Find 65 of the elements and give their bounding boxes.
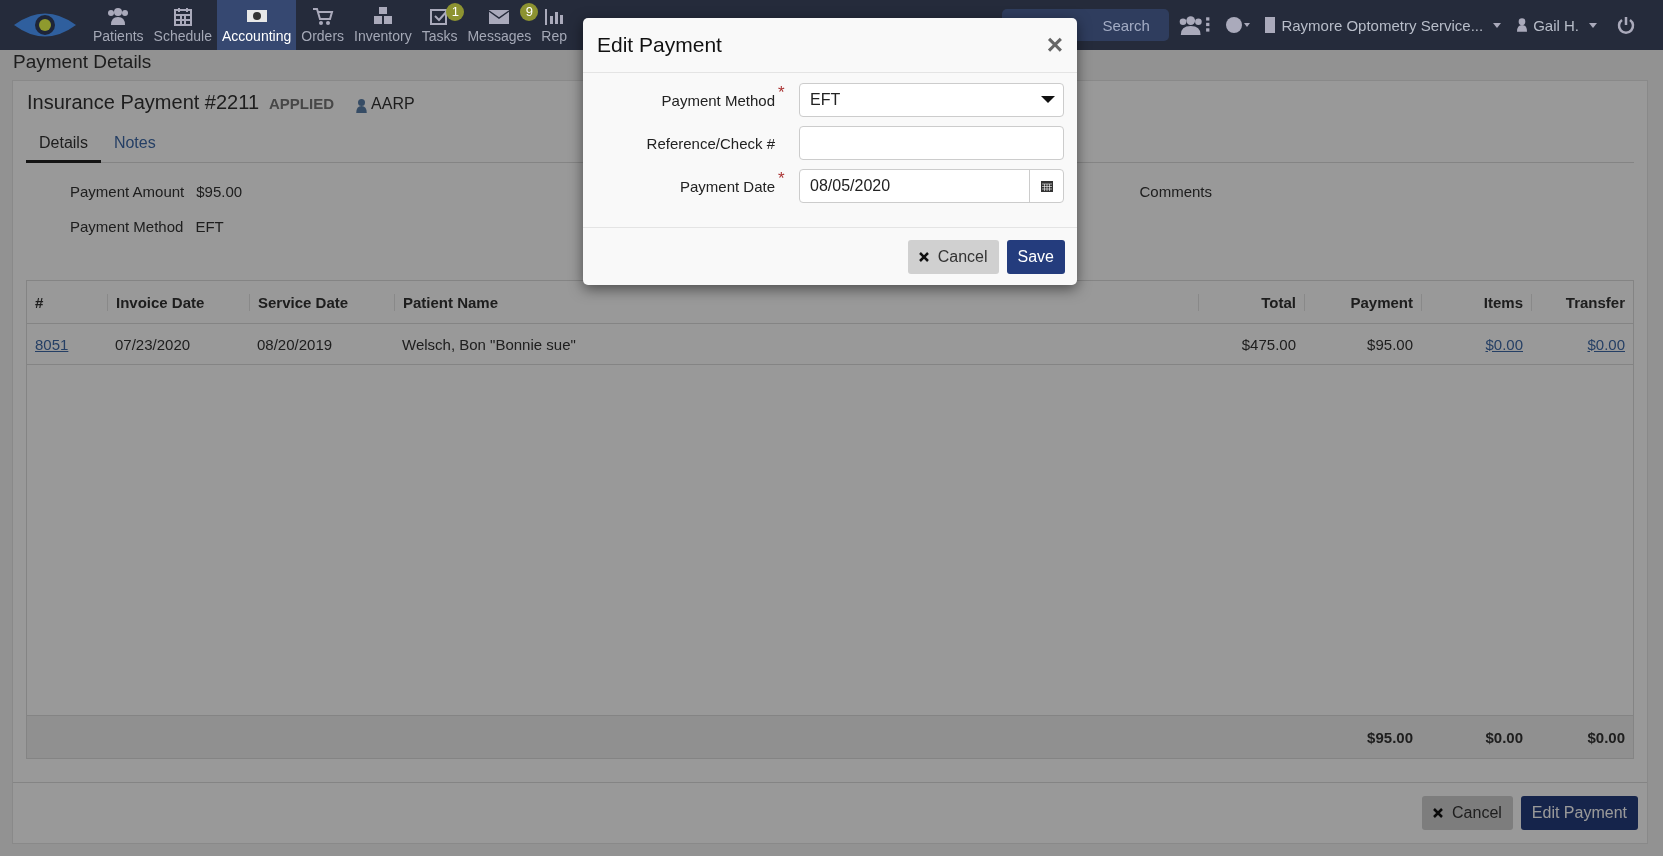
payment-method-select[interactable]: EFT [799,83,1064,117]
dialog-title: Edit Payment [597,33,722,57]
column-header: Invoice Date [107,293,249,311]
column-header: # [34,293,45,311]
people-icon[interactable] [1177,14,1212,36]
nav-item[interactable]: 9 Messages [462,0,537,50]
column-header: Patient Name [394,293,1198,311]
user-menu[interactable]: Gail H. [1517,0,1597,50]
date-input-field[interactable]: 08/05/2020 [799,169,1064,203]
table-cell-text: Welsch, Bon "Bonnie sue" [401,335,577,353]
nav-item[interactable]: Patients [88,0,149,50]
total-value: $0.00 [1484,728,1524,746]
nav-item[interactable]: Orders [296,0,350,50]
tab[interactable]: Details [26,126,101,163]
column-header: Service Date [249,293,394,311]
payment-title: Insurance Payment #2211 [27,91,259,114]
nav-icon [310,6,335,26]
nav-item[interactable]: Accounting [217,0,297,50]
column-header: Items [1421,293,1531,311]
user-icon [1517,17,1528,33]
cancel-button[interactable]: Cancel [1422,796,1513,830]
required-mark: * [778,169,785,188]
column-header: Payment [1304,293,1421,311]
nav-item[interactable]: Schedule [148,0,217,50]
status-label: APPLIED [269,95,335,112]
table-cell-text: $475.00 [1240,335,1297,353]
field-value: $95.00 [196,183,243,200]
count-badge: 9 [520,3,539,21]
payer-name: AARP [371,95,415,113]
nav-item[interactable]: Rep [536,0,572,50]
page-title: Payment Details [12,50,152,74]
transfer-link[interactable]: $0.00 [1587,335,1625,353]
user-icon [356,98,368,113]
field-label: Payment Method [660,91,775,109]
nav-item[interactable]: Inventory [349,0,417,50]
cancel-button[interactable]: Cancel [907,239,999,274]
items-link[interactable]: $0.00 [1485,335,1523,353]
save-button[interactable]: Save [1006,239,1065,274]
close-icon [1433,808,1444,818]
tab[interactable]: Notes [100,126,169,162]
table-cell-text: $95.00 [1366,335,1414,353]
column-header: Total [1198,293,1304,311]
total-value: $0.00 [1586,728,1626,746]
building-icon [1265,17,1276,33]
field-label: Payment Date [678,177,775,195]
required-mark: * [778,83,785,102]
table-cell-text: 08/20/2019 [256,335,334,353]
help-icon[interactable] [1225,15,1252,35]
location-menu[interactable]: Raymore Optometry Service... [1265,0,1502,50]
field-label: Payment Method [70,218,184,235]
comments-label: Comments [1139,183,1212,202]
column-header: Transfer [1531,293,1633,311]
reference-input-field[interactable] [799,126,1064,160]
nav-icon [106,6,131,26]
total-value: $95.00 [1366,728,1414,746]
edit-payment-button[interactable]: Edit Payment [1520,796,1638,830]
field-label: Reference/Check # [645,134,775,152]
count-badge: 1 [446,3,465,21]
table-cell-text: 07/23/2020 [114,335,192,353]
close-icon [918,251,929,262]
field-value: EFT [195,218,224,235]
field-label: Payment Amount [70,183,185,200]
calendar-icon[interactable] [1040,180,1053,192]
invoice-link[interactable]: 8051 [27,335,107,353]
nav-item[interactable]: 1 Tasks [416,0,463,50]
